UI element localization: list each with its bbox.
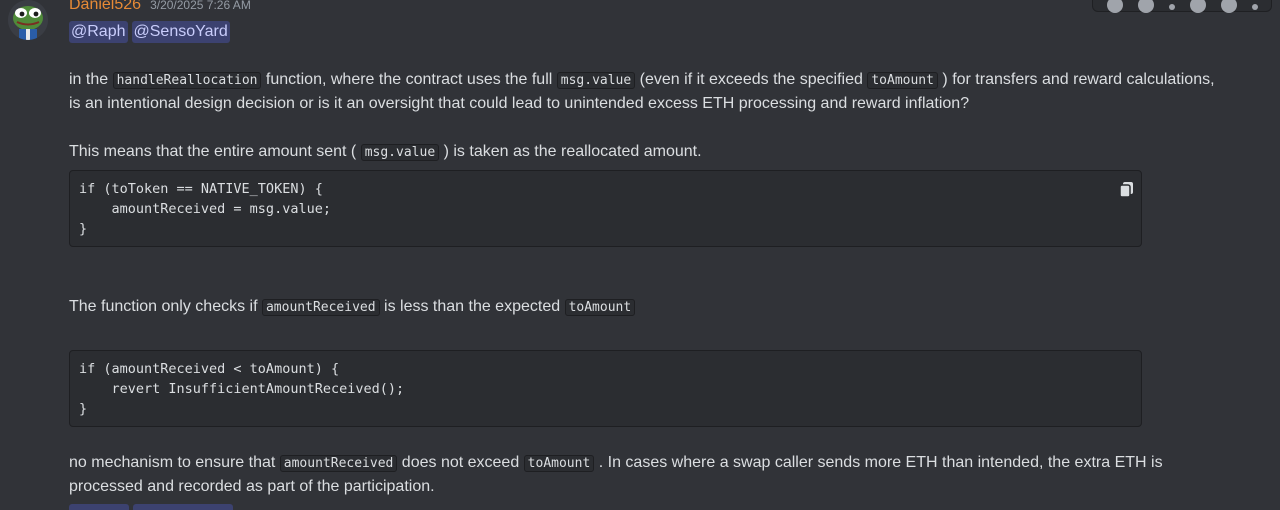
reply-icon[interactable] <box>1137 0 1154 13</box>
p4-text-2: does not exceed <box>397 454 524 471</box>
code-line: } <box>79 221 88 237</box>
message-hover-toolbar <box>1092 0 1272 13</box>
add-reaction-icon[interactable] <box>1106 0 1123 13</box>
mention-sensoyard[interactable]: @SensoYard <box>131 21 230 43</box>
code-block-1: if (toToken == NATIVE_TOKEN) { amountRec… <box>69 170 1142 247</box>
mention-raph[interactable]: @Raph <box>69 21 128 43</box>
code-line: if (toToken == NATIVE_TOKEN) { <box>79 181 323 197</box>
code-line: revert InsufficientAmountReceived(); <box>79 381 405 397</box>
p3-text-2: is less than the expected <box>379 298 565 315</box>
emoji-icon[interactable] <box>1189 0 1206 13</box>
message-header: Daniel526 3/20/2025 7:26 AM <box>69 0 251 16</box>
thread-icon[interactable] <box>1220 0 1237 13</box>
paragraph-4: no mechanism to ensure that amountReceiv… <box>69 451 1229 498</box>
p3-text-1: The function only checks if <box>69 298 262 315</box>
p1-text-3: (even if it exceeds the specified <box>635 71 868 88</box>
p1-text-1: in the <box>69 71 113 88</box>
avatar[interactable] <box>8 0 48 40</box>
code-line: } <box>79 401 88 417</box>
code-line: amountReceived = msg.value; <box>79 201 331 217</box>
cut-mention[interactable] <box>133 504 233 510</box>
timestamp[interactable]: 3/20/2025 7:26 AM <box>150 0 251 12</box>
inline-code-amount-received: amountReceived <box>279 455 398 472</box>
p2-text-2: ) is taken as the reallocated amount. <box>439 143 702 160</box>
paragraph-2: This means that the entire amount sent (… <box>69 140 1229 164</box>
p4-text-1: no mechanism to ensure that <box>69 454 280 471</box>
inline-code-msg-value: msg.value <box>360 144 440 161</box>
inline-code-handle-reallocation: handleReallocation <box>112 72 262 89</box>
paragraph-1: in the handleReallocation function, wher… <box>69 68 1229 115</box>
inline-code-to-amount: toAmount <box>523 455 595 472</box>
frog-avatar-icon <box>8 0 48 40</box>
mention-list: @Raph @SensoYard <box>69 21 230 43</box>
cut-off-mentions <box>69 504 233 510</box>
code-line: if (amountReceived < toAmount) { <box>79 361 340 377</box>
separator-dot-icon <box>1168 4 1175 10</box>
inline-code-to-amount: toAmount <box>564 299 636 316</box>
more-icon[interactable] <box>1251 4 1258 10</box>
inline-code-amount-received: amountReceived <box>261 299 380 316</box>
inline-code-msg-value: msg.value <box>556 72 636 89</box>
p1-text-2: function, where the contract uses the fu… <box>261 71 557 88</box>
cut-mention[interactable] <box>69 504 129 510</box>
p2-text-1: This means that the entire amount sent ( <box>69 143 361 160</box>
inline-code-to-amount: toAmount <box>867 72 938 89</box>
copy-icon[interactable] <box>1117 179 1137 199</box>
code-block-2: if (amountReceived < toAmount) { revert … <box>69 350 1142 427</box>
paragraph-3: The function only checks if amountReceiv… <box>69 295 1229 319</box>
username[interactable]: Daniel526 <box>69 0 141 14</box>
